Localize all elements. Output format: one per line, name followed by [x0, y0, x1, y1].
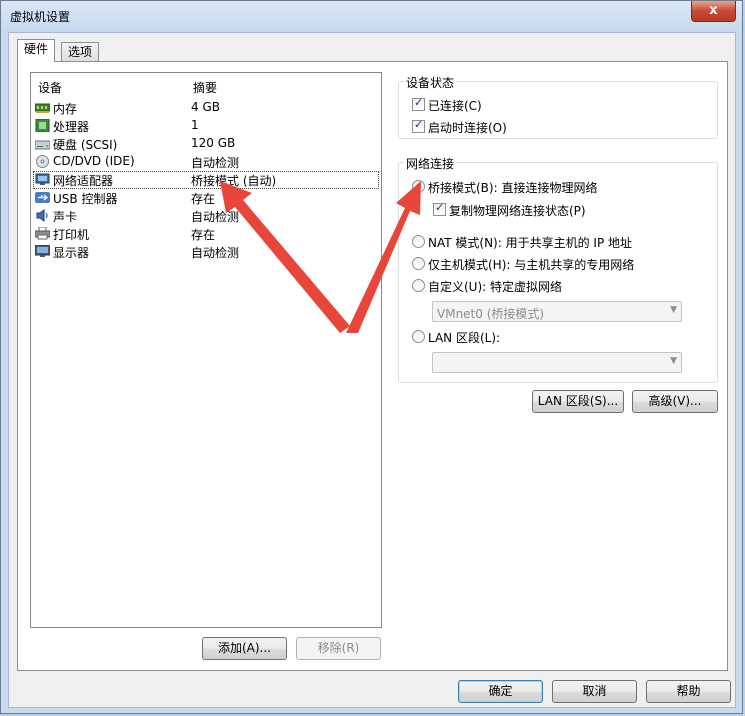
device-row-processor[interactable]: 处理器 1: [33, 117, 379, 135]
device-status-group: 设备状态 已连接(C) 启动时连接(O): [398, 74, 718, 139]
lan-segments-button[interactable]: LAN 区段(S)...: [532, 390, 624, 413]
device-summary: 存在: [191, 228, 216, 242]
lan-segment-select[interactable]: ▼: [432, 352, 682, 373]
hardware-tab-panel: 设备 摘要 内存 4 GB 处理器 1 硬盘 (SCSI) 120 GB CD/…: [17, 61, 728, 671]
bridged-label[interactable]: 桥接模式(B): 直接连接物理网络: [428, 179, 597, 196]
lan-segment-label[interactable]: LAN 区段(L):: [428, 329, 500, 346]
help-button[interactable]: 帮助: [646, 680, 731, 703]
memory-icon: [35, 103, 50, 113]
display-icon: [35, 245, 50, 257]
custom-network-select[interactable]: VMnet0 (桥接模式) ▼: [432, 301, 682, 322]
close-button[interactable]: x: [691, 1, 736, 22]
device-summary: 桥接模式 (自动): [191, 174, 277, 188]
host-only-radio[interactable]: [412, 257, 425, 270]
device-name: USB 控制器: [53, 192, 118, 206]
device-row-printer[interactable]: 打印机 存在: [33, 225, 379, 243]
chevron-down-icon: ▼: [670, 305, 677, 315]
cancel-button[interactable]: 取消: [552, 680, 637, 703]
device-row-memory[interactable]: 内存 4 GB: [33, 99, 379, 117]
device-name: 处理器: [53, 120, 90, 134]
device-summary: 120 GB: [191, 136, 236, 150]
device-row-sound-card[interactable]: 声卡 自动检测: [33, 207, 379, 225]
host-only-label[interactable]: 仅主机模式(H): 与主机共享的专用网络: [428, 256, 634, 273]
device-row-usb-controller[interactable]: USB 控制器 存在: [33, 189, 379, 207]
printer-icon: [35, 227, 50, 240]
device-summary: 4 GB: [191, 100, 220, 114]
network-connection-title: 网络连接: [404, 155, 457, 172]
nat-radio[interactable]: [412, 235, 425, 248]
advanced-button[interactable]: 高级(V)...: [632, 390, 718, 413]
dialog-client-area: 硬件 选项 设备 摘要 内存 4 GB 处理器 1 硬盘 (SCSI) 120 …: [8, 32, 736, 708]
custom-label[interactable]: 自定义(U): 特定虚拟网络: [428, 278, 562, 295]
hard-disk-icon: [35, 140, 50, 150]
device-name: CD/DVD (IDE): [53, 154, 135, 168]
connect-at-power-on-label[interactable]: 启动时连接(O): [428, 119, 507, 136]
device-list-header: 设备 摘要: [31, 73, 381, 95]
cd-dvd-icon: [36, 155, 49, 168]
device-summary: 自动检测: [191, 210, 240, 224]
device-list[interactable]: 设备 摘要 内存 4 GB 处理器 1 硬盘 (SCSI) 120 GB CD/…: [30, 72, 382, 628]
device-name: 声卡: [53, 210, 78, 224]
connect-at-power-on-checkbox[interactable]: [412, 118, 425, 133]
device-row-network-adapter[interactable]: 网络适配器 桥接模式 (自动): [33, 171, 379, 189]
lan-segment-radio[interactable]: [412, 330, 425, 343]
column-header-device[interactable]: 设备: [38, 79, 62, 96]
tab-hardware[interactable]: 硬件: [17, 39, 56, 62]
device-name: 内存: [53, 102, 78, 116]
custom-radio[interactable]: [412, 279, 425, 292]
device-name: 显示器: [53, 246, 90, 260]
add-device-button[interactable]: 添加(A)...: [202, 637, 287, 660]
device-row-display[interactable]: 显示器 自动检测: [33, 243, 379, 261]
vm-settings-window: 虚拟机设置 x 硬件 选项 设备 摘要 内存 4 GB 处理器 1 硬盘 (SC…: [0, 0, 743, 714]
remove-device-button[interactable]: 移除(R): [296, 637, 381, 660]
network-adapter-icon: [35, 173, 50, 185]
nat-label[interactable]: NAT 模式(N): 用于共享主机的 IP 地址: [428, 234, 632, 251]
processor-icon: [35, 119, 50, 132]
device-summary: 自动检测: [191, 246, 240, 260]
tab-options[interactable]: 选项: [61, 42, 100, 62]
device-name: 硬盘 (SCSI): [53, 138, 118, 152]
sound-card-icon: [36, 209, 48, 222]
connected-label[interactable]: 已连接(C): [428, 97, 482, 114]
chevron-down-icon: ▼: [670, 356, 677, 366]
title-bar[interactable]: 虚拟机设置 x: [1, 1, 742, 31]
bridged-radio[interactable]: [412, 180, 425, 193]
device-summary: 存在: [191, 192, 216, 206]
replicate-state-checkbox[interactable]: [433, 201, 446, 216]
connected-checkbox[interactable]: [412, 96, 425, 111]
window-title: 虚拟机设置: [10, 10, 71, 24]
device-summary: 自动检测: [191, 156, 240, 170]
device-name: 网络适配器: [53, 174, 114, 188]
device-summary: 1: [191, 118, 199, 132]
device-row-hard-disk[interactable]: 硬盘 (SCSI) 120 GB: [33, 135, 379, 153]
replicate-state-label[interactable]: 复制物理网络连接状态(P): [449, 202, 586, 219]
device-status-title: 设备状态: [404, 74, 457, 91]
custom-network-value: VMnet0 (桥接模式): [437, 307, 545, 321]
device-name: 打印机: [53, 228, 90, 242]
column-header-summary[interactable]: 摘要: [193, 79, 217, 96]
network-connection-group: 网络连接 桥接模式(B): 直接连接物理网络 复制物理网络连接状态(P) NAT…: [398, 155, 718, 383]
usb-icon: [35, 192, 50, 203]
ok-button[interactable]: 确定: [458, 680, 543, 703]
device-row-cd-dvd[interactable]: CD/DVD (IDE) 自动检测: [33, 153, 379, 171]
